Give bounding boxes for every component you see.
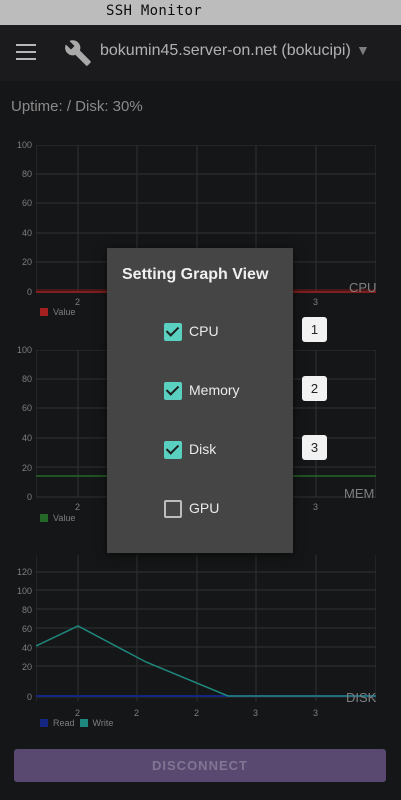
option-label: CPU bbox=[189, 323, 219, 339]
option-label: GPU bbox=[189, 500, 220, 516]
gpu-checkbox[interactable] bbox=[164, 500, 182, 518]
disk-checkbox[interactable] bbox=[164, 441, 182, 459]
order-badge[interactable]: 1 bbox=[302, 317, 327, 342]
dialog-title: Setting Graph View bbox=[122, 266, 269, 283]
option-label: Memory bbox=[189, 382, 240, 398]
memory-checkbox[interactable] bbox=[164, 382, 182, 400]
order-badge[interactable]: 3 bbox=[302, 435, 327, 460]
order-badge[interactable]: 2 bbox=[302, 376, 327, 401]
cpu-checkbox[interactable] bbox=[164, 323, 182, 341]
option-label: Disk bbox=[189, 441, 217, 457]
setting-graph-view-dialog: Setting Graph View CPU 1 Memory 2 Disk 3… bbox=[107, 248, 327, 553]
